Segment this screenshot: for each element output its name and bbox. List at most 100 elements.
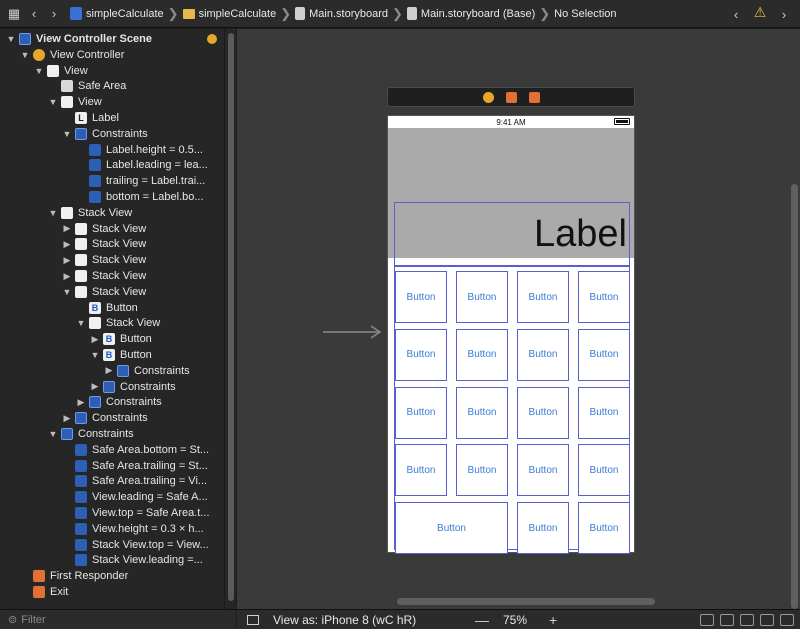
outline-item[interactable]: ▼ View bbox=[48, 94, 102, 110]
outline-item[interactable]: Exit bbox=[20, 584, 68, 600]
outline-item[interactable]: bottom = Label.bo... bbox=[76, 189, 204, 205]
keypad-button[interactable]: Button bbox=[578, 444, 630, 497]
outline-item[interactable]: trailing = Label.trai... bbox=[76, 173, 205, 189]
outline-item[interactable]: ▶ Constraints bbox=[104, 363, 190, 379]
outline-item[interactable]: Label.height = 0.5... bbox=[76, 142, 203, 158]
disclosure-triangle-icon[interactable]: ▼ bbox=[6, 34, 16, 44]
breadcrumb-item[interactable]: simpleCalculate bbox=[70, 6, 164, 22]
disclosure-triangle-icon[interactable]: ▼ bbox=[62, 129, 72, 139]
result-label[interactable]: Label bbox=[394, 202, 630, 266]
outline-item[interactable]: L Label bbox=[62, 110, 119, 126]
device-frame[interactable]: 9:41 AM Label Button Button Button Button Bu… bbox=[387, 115, 635, 555]
disclosure-triangle-icon[interactable]: ▶ bbox=[62, 413, 72, 424]
disclosure-triangle-icon[interactable]: ▶ bbox=[90, 334, 100, 345]
outline-item[interactable]: ▶ Stack View bbox=[62, 252, 146, 268]
grid-icon[interactable]: ▦ bbox=[4, 4, 24, 24]
outline-item[interactable]: B Button bbox=[76, 300, 138, 316]
keypad-button[interactable]: Button bbox=[395, 328, 447, 381]
disclosure-triangle-icon[interactable]: ▶ bbox=[76, 397, 86, 408]
keypad-button[interactable]: Button bbox=[517, 502, 569, 555]
outline-item[interactable]: Safe Area bbox=[48, 78, 126, 94]
outline-item[interactable]: ▶ B Button bbox=[90, 331, 152, 347]
outline-item[interactable]: ▶ Constraints bbox=[62, 410, 148, 426]
back-icon[interactable]: ‹ bbox=[24, 4, 44, 24]
keypad-button[interactable]: Button bbox=[578, 502, 630, 555]
outline-item[interactable]: ▶ Constraints bbox=[90, 379, 176, 395]
keypad-button[interactable]: Button bbox=[395, 502, 508, 555]
outline-item[interactable]: ▼ Stack View bbox=[76, 315, 160, 331]
outline-item[interactable]: View.leading = Safe A... bbox=[62, 489, 208, 505]
breadcrumb-item[interactable]: Main.storyboard (Base) bbox=[406, 6, 535, 22]
keypad-button[interactable]: Button bbox=[517, 386, 569, 439]
canvas-vertical-scrollbar[interactable] bbox=[791, 184, 798, 609]
outline-item[interactable]: ▼ Constraints bbox=[48, 426, 134, 442]
outline-toggle-icon[interactable] bbox=[247, 614, 259, 625]
disclosure-triangle-icon[interactable]: ▶ bbox=[62, 255, 72, 266]
keypad-button[interactable]: Button bbox=[456, 386, 508, 439]
breadcrumb-item[interactable]: No Selection bbox=[554, 6, 616, 22]
keypad-button[interactable]: Button bbox=[395, 444, 447, 497]
outline-item[interactable]: Label.leading = lea... bbox=[76, 157, 208, 173]
outline-item[interactable]: ▼ Stack View bbox=[48, 205, 132, 221]
keypad-button[interactable]: Button bbox=[456, 444, 508, 497]
view-as-button[interactable]: View as: iPhone 8 (wC hR) bbox=[273, 613, 416, 627]
outline-item[interactable]: First Responder bbox=[20, 568, 128, 584]
disclosure-triangle-icon[interactable]: ▼ bbox=[90, 350, 100, 360]
disclosure-triangle-icon[interactable]: ▼ bbox=[48, 208, 58, 218]
disclosure-triangle-icon[interactable]: ▼ bbox=[34, 66, 44, 76]
keypad-stack-view[interactable]: Button Button Button Button Button Button Butt… bbox=[394, 266, 630, 555]
outline-item[interactable]: ▼ View Controller Scene bbox=[6, 31, 152, 47]
filter-input[interactable]: ⊜ Filter bbox=[8, 613, 228, 627]
align-icon[interactable] bbox=[740, 613, 754, 626]
forward-icon[interactable]: › bbox=[44, 4, 64, 24]
outline-item[interactable]: View.top = Safe Area.t... bbox=[62, 505, 210, 521]
outline-item[interactable]: Stack View.leading =... bbox=[62, 552, 203, 568]
keypad-button[interactable]: Button bbox=[578, 271, 630, 323]
breadcrumb-item[interactable]: Main.storyboard bbox=[295, 6, 388, 22]
outline-item[interactable]: ▶ Stack View bbox=[62, 221, 146, 237]
resolve-issues-icon[interactable] bbox=[780, 613, 794, 626]
exit-icon[interactable] bbox=[528, 91, 540, 103]
outline-item[interactable]: ▼ Stack View bbox=[62, 284, 146, 300]
disclosure-triangle-icon[interactable]: ▼ bbox=[62, 287, 72, 297]
scene-dock[interactable] bbox=[387, 87, 635, 107]
keypad-button[interactable]: Button bbox=[517, 444, 569, 497]
disclosure-triangle-icon[interactable]: ▼ bbox=[48, 97, 58, 107]
disclosure-triangle-icon[interactable]: ▼ bbox=[76, 318, 86, 328]
scene-jump-icon[interactable] bbox=[207, 34, 217, 44]
disclosure-triangle-icon[interactable]: ▶ bbox=[62, 239, 72, 250]
canvas-horizontal-scrollbar[interactable] bbox=[397, 598, 655, 605]
outline-item[interactable]: ▶ Stack View bbox=[62, 268, 146, 284]
disclosure-triangle-icon[interactable]: ▼ bbox=[48, 429, 58, 439]
keypad-button[interactable]: Button bbox=[395, 386, 447, 439]
outline-item[interactable]: Safe Area.trailing = Vi... bbox=[62, 473, 207, 489]
disclosure-triangle-icon[interactable]: ▶ bbox=[104, 365, 114, 376]
embed-in-stack-icon[interactable] bbox=[720, 613, 734, 626]
chevron-right-icon[interactable]: › bbox=[774, 4, 794, 24]
chevron-left-icon[interactable]: ‹ bbox=[726, 4, 746, 24]
outline-item[interactable]: Stack View.top = View... bbox=[62, 537, 209, 553]
disclosure-triangle-icon[interactable]: ▼ bbox=[20, 50, 30, 60]
keypad-button[interactable]: Button bbox=[578, 328, 630, 381]
view-controller-icon[interactable] bbox=[482, 91, 494, 103]
keypad-button[interactable]: Button bbox=[578, 386, 630, 439]
breadcrumb-item[interactable]: simpleCalculate bbox=[182, 6, 276, 22]
outline-item[interactable]: ▼ Constraints bbox=[62, 126, 148, 142]
disclosure-triangle-icon[interactable]: ▶ bbox=[90, 381, 100, 392]
keypad-button[interactable]: Button bbox=[456, 271, 508, 323]
zoom-out-button[interactable]: — bbox=[475, 612, 489, 628]
disclosure-triangle-icon[interactable]: ▶ bbox=[62, 271, 72, 282]
keypad-button[interactable]: Button bbox=[395, 271, 447, 323]
warning-icon[interactable]: ⚠ bbox=[752, 4, 768, 20]
update-frames-icon[interactable] bbox=[700, 613, 714, 626]
zoom-in-button[interactable]: + bbox=[549, 612, 557, 628]
keypad-button[interactable]: Button bbox=[517, 328, 569, 381]
first-responder-icon[interactable] bbox=[505, 91, 517, 103]
storyboard-canvas[interactable]: 9:41 AM Label Button Button Button Button Bu… bbox=[237, 29, 800, 609]
outline-item[interactable]: View.height = 0.3 × h... bbox=[62, 521, 204, 537]
outline-item[interactable]: ▼ View Controller bbox=[20, 47, 124, 63]
outline-item[interactable]: ▼ View bbox=[34, 63, 88, 79]
keypad-button[interactable]: Button bbox=[517, 271, 569, 323]
add-constraints-icon[interactable] bbox=[760, 613, 774, 626]
disclosure-triangle-icon[interactable]: ▶ bbox=[62, 223, 72, 234]
